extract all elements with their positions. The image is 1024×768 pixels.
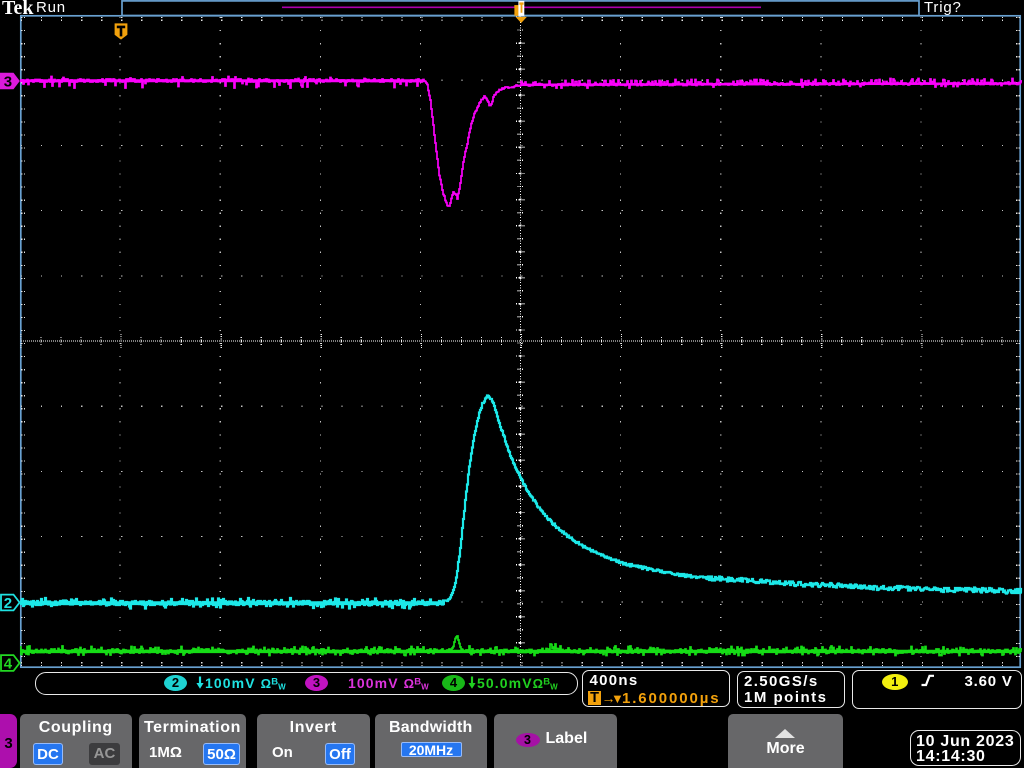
svg-text:3: 3 [4,74,12,91]
svg-text:2: 2 [4,595,12,612]
svg-text:4: 4 [4,656,13,673]
